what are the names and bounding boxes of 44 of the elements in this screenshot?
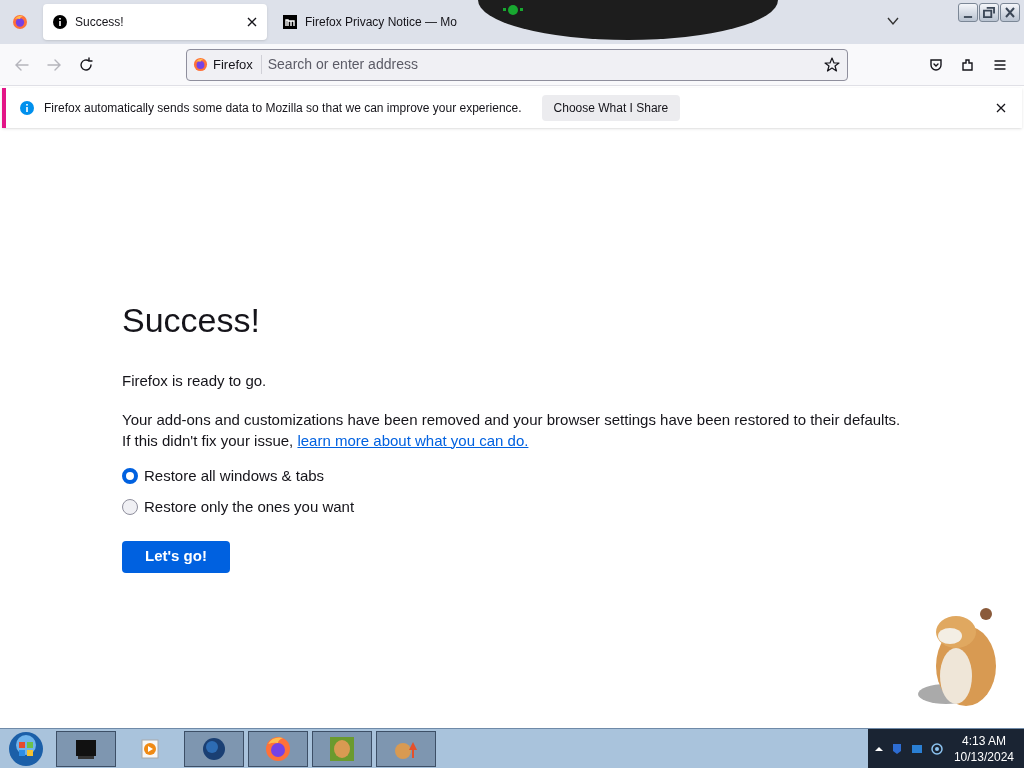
speaker-icon[interactable]	[929, 741, 944, 756]
clock-time[interactable]: 4:13 AM	[961, 732, 1006, 749]
extensions-icon	[960, 56, 976, 73]
close-button[interactable]	[1000, 3, 1020, 22]
clock-date[interactable]: 10/13/2024	[953, 748, 1014, 765]
taskbar-button[interactable]	[376, 730, 436, 767]
star-icon[interactable]	[823, 55, 841, 74]
tab[interactable]: Firefox Privacy Notice — Mo	[273, 4, 468, 40]
maximize-button[interactable]	[979, 3, 999, 22]
address-bar[interactable]: Firefox Search or enter address	[186, 48, 848, 81]
option-label: Restore only the ones you want	[144, 497, 355, 517]
description-text: Your add-ons and customizations have been removed and your browser settings have been restored to their defaults. If this didn't fix your issue, learn more about what you can do.	[122, 409, 902, 451]
learn-more-link[interactable]: learn more about what you can do.	[297, 431, 529, 449]
minimize-button[interactable]	[958, 3, 978, 22]
radio-button[interactable]	[122, 499, 138, 516]
page-heading: Success!	[122, 300, 261, 340]
taskbar-button[interactable]	[248, 730, 308, 767]
tab-title: Success!	[75, 14, 125, 31]
notification-message: Firefox automatically sends some data to Mozilla so that we can improve your experience.	[44, 100, 522, 117]
intro-text: Firefox is ready to go.	[122, 371, 268, 391]
taskbar-button[interactable]	[184, 730, 244, 767]
taskbar-button[interactable]	[56, 730, 116, 767]
reload-icon	[78, 56, 94, 73]
minimize-icon	[963, 14, 973, 19]
firefox-logo-icon	[12, 14, 28, 30]
tab-title: Firefox Privacy Notice — Mo	[305, 14, 458, 31]
close-button[interactable]	[996, 102, 1008, 114]
close-icon	[1005, 7, 1015, 18]
close-icon[interactable]	[247, 17, 257, 27]
maximize-icon	[983, 7, 995, 18]
taskbar-button[interactable]	[312, 730, 372, 767]
firefox-logo-icon	[193, 57, 208, 72]
address-field[interactable]: Search or enter address	[267, 54, 817, 75]
identity-button[interactable]: Firefox	[193, 54, 262, 75]
tab[interactable]: Success!	[43, 4, 267, 40]
lets-go-button[interactable]: Let's go!	[122, 540, 230, 573]
choose-what-i-share-button[interactable]: Choose What I Share	[541, 95, 681, 121]
info-icon	[20, 101, 34, 115]
indicator-icon	[503, 5, 523, 17]
option-label: Restore all windows & tabs	[144, 465, 325, 486]
radio-button[interactable]	[122, 467, 138, 484]
pocket-icon	[928, 56, 944, 73]
info-icon	[53, 15, 67, 29]
mozilla-icon	[283, 15, 297, 29]
